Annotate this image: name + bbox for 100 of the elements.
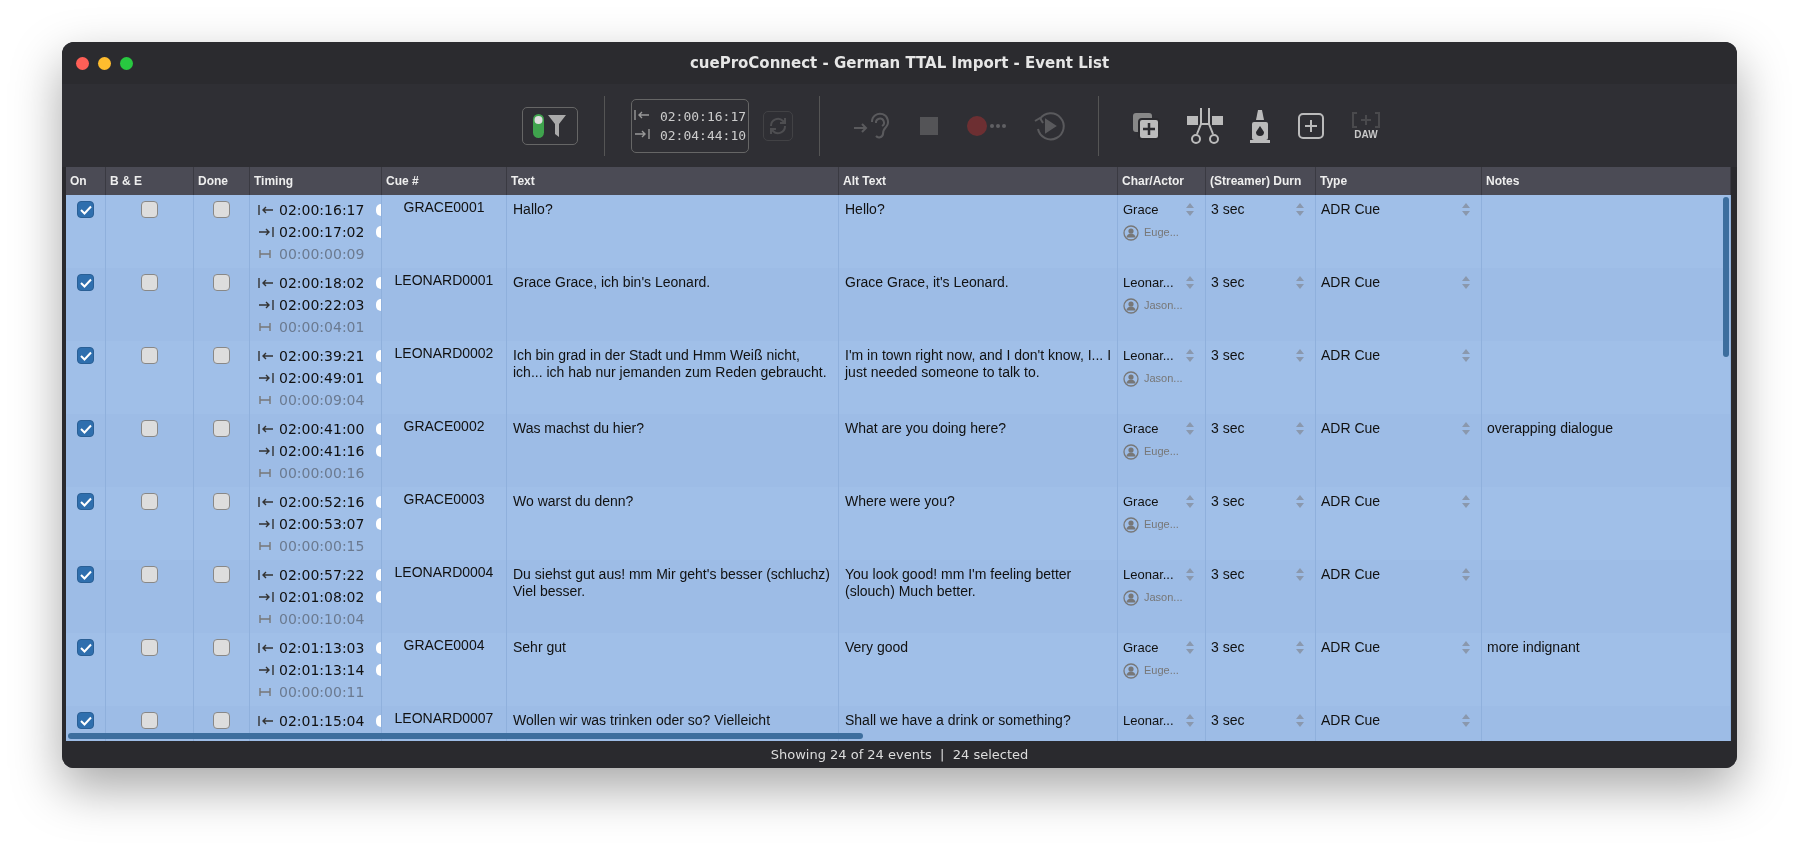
character-name[interactable]: Leonar...: [1123, 566, 1174, 583]
handle-icon[interactable]: [376, 350, 381, 362]
checkbox[interactable]: [213, 493, 230, 510]
stepper-icon[interactable]: [1462, 203, 1470, 216]
streamer-duration[interactable]: 3 sec: [1211, 347, 1245, 364]
out-timecode[interactable]: 02:00:17:02: [279, 223, 365, 241]
stepper-icon[interactable]: [1186, 349, 1194, 362]
zoom-button[interactable]: [120, 57, 133, 70]
dialogue-text[interactable]: Grace Grace, ich bin's Leonard.: [513, 274, 833, 291]
dialogue-text[interactable]: Hallo?: [513, 201, 833, 218]
vertical-scrollbar[interactable]: [1723, 197, 1729, 357]
checkbox[interactable]: [213, 347, 230, 364]
handle-icon[interactable]: [376, 299, 381, 311]
checkbox[interactable]: [77, 566, 94, 583]
in-timecode[interactable]: 02:00:18:02: [279, 274, 365, 292]
stepper-icon[interactable]: [1462, 422, 1470, 435]
stepper-icon[interactable]: [1186, 714, 1194, 727]
cue-type[interactable]: ADR Cue: [1321, 347, 1381, 364]
table-row[interactable]: 02:01:15:04 LEONARD0007 Wollen wir was trinken oder so? Vielleicht Shall we have a drink or something? Leonar... 3 sec ADR Cue: [66, 706, 1731, 741]
alt-text[interactable]: Grace Grace, it's Leonard.: [845, 274, 1112, 291]
stepper-icon[interactable]: [1186, 422, 1194, 435]
handle-icon[interactable]: [376, 445, 381, 457]
cue-type[interactable]: ADR Cue: [1321, 420, 1381, 437]
stepper-icon[interactable]: [1296, 714, 1304, 727]
alt-text[interactable]: Very good: [845, 639, 1112, 656]
dialogue-text[interactable]: Wo warst du denn?: [513, 493, 833, 510]
in-timecode[interactable]: 02:00:16:17: [279, 201, 365, 219]
cue-type[interactable]: ADR Cue: [1321, 274, 1381, 291]
checkbox[interactable]: [213, 712, 230, 729]
checkbox[interactable]: [77, 639, 94, 656]
horizontal-scrollbar[interactable]: [68, 733, 863, 739]
note-text[interactable]: more indignant: [1487, 639, 1580, 655]
checkbox[interactable]: [213, 201, 230, 218]
handle-icon[interactable]: [376, 569, 381, 581]
checkbox[interactable]: [77, 712, 94, 729]
alt-text[interactable]: Hello?: [845, 201, 1112, 218]
handle-icon[interactable]: [376, 372, 381, 384]
alt-text[interactable]: Shall we have a drink or something?: [845, 712, 1112, 729]
checkbox[interactable]: [77, 347, 94, 364]
character-name[interactable]: Leonar...: [1123, 274, 1174, 291]
checkbox[interactable]: [141, 347, 158, 364]
stepper-icon[interactable]: [1296, 568, 1304, 581]
stepper-icon[interactable]: [1462, 568, 1470, 581]
note-text[interactable]: overapping dialogue: [1487, 420, 1614, 436]
stepper-icon[interactable]: [1462, 641, 1470, 654]
in-timecode[interactable]: 02:00:52:16: [279, 493, 365, 511]
checkbox[interactable]: [141, 201, 158, 218]
streamer-duration[interactable]: 3 sec: [1211, 201, 1245, 218]
alt-text[interactable]: Where were you?: [845, 493, 1112, 510]
stepper-icon[interactable]: [1296, 203, 1304, 216]
in-timecode[interactable]: 02:01:15:04: [279, 712, 365, 730]
checkbox[interactable]: [77, 493, 94, 510]
dialogue-text[interactable]: Sehr gut: [513, 639, 833, 656]
cue-type[interactable]: ADR Cue: [1321, 566, 1381, 583]
stepper-icon[interactable]: [1186, 495, 1194, 508]
character-name[interactable]: Leonar...: [1123, 347, 1174, 364]
dialogue-text[interactable]: Du siehst gut aus! mm Mir geht's besser (schluchz) Viel besser.: [513, 566, 833, 600]
checkbox[interactable]: [77, 201, 94, 218]
out-timecode[interactable]: 02:00:49:01: [279, 369, 365, 387]
out-timecode[interactable]: 02:00:22:03: [279, 296, 365, 314]
table-row[interactable]: 02:00:16:17 02:00:17:02 00:00:00:09 GRACE0001 Hallo? Hello? Grace Euge... 3 sec ADR Cue: [66, 195, 1731, 268]
checkbox[interactable]: [141, 274, 158, 291]
checkbox[interactable]: [77, 274, 94, 291]
streamer-duration[interactable]: 3 sec: [1211, 712, 1245, 729]
streamer-duration[interactable]: 3 sec: [1211, 639, 1245, 656]
in-timecode[interactable]: 02:00:39:21: [279, 347, 365, 365]
stepper-icon[interactable]: [1186, 203, 1194, 216]
handle-icon[interactable]: [376, 518, 381, 530]
alt-text[interactable]: You look good! mm I'm feeling better (slouch) Much better.: [845, 566, 1112, 600]
stepper-icon[interactable]: [1296, 641, 1304, 654]
cue-type[interactable]: ADR Cue: [1321, 639, 1381, 656]
checkbox[interactable]: [141, 566, 158, 583]
dialogue-text[interactable]: Ich bin grad in der Stadt und Hmm Weiß nicht, ich... ich hab nur jemanden zum Reden gebraucht.: [513, 347, 833, 381]
in-timecode[interactable]: 02:00:57:22: [279, 566, 365, 584]
handle-icon[interactable]: [376, 226, 381, 238]
alt-text[interactable]: I'm in town right now, and I don't know, I... I just needed someone to talk to.: [845, 347, 1112, 381]
dialogue-text[interactable]: Wollen wir was trinken oder so? Vielleicht: [513, 712, 833, 729]
table-row[interactable]: 02:01:13:03 02:01:13:14 00:00:00:11 GRACE0004 Sehr gut Very good Grace Euge... 3 sec ADR Cue more indignant: [66, 633, 1731, 706]
checkbox[interactable]: [141, 420, 158, 437]
cue-type[interactable]: ADR Cue: [1321, 712, 1381, 729]
handle-icon[interactable]: [376, 591, 381, 603]
stepper-icon[interactable]: [1296, 349, 1304, 362]
handle-icon[interactable]: [376, 277, 381, 289]
checkbox[interactable]: [213, 420, 230, 437]
table-row[interactable]: 02:00:52:16 02:00:53:07 00:00:00:15 GRACE0003 Wo warst du denn? Where were you? Grace Euge... 3 sec ADR Cue: [66, 487, 1731, 560]
filter-toggle-button[interactable]: [522, 106, 578, 145]
in-timecode[interactable]: 02:00:41:00: [279, 420, 365, 438]
dialogue-text[interactable]: Was machst du hier?: [513, 420, 833, 437]
character-name[interactable]: Grace: [1123, 639, 1159, 656]
checkbox[interactable]: [141, 639, 158, 656]
streamer-duration[interactable]: 3 sec: [1211, 566, 1245, 583]
stepper-icon[interactable]: [1186, 641, 1194, 654]
checkbox[interactable]: [213, 639, 230, 656]
character-name[interactable]: Leonar...: [1123, 712, 1174, 729]
handle-icon[interactable]: [376, 204, 381, 216]
stepper-icon[interactable]: [1462, 714, 1470, 727]
out-timecode[interactable]: 02:01:08:02: [279, 588, 365, 606]
stepper-icon[interactable]: [1462, 349, 1470, 362]
out-timecode[interactable]: 02:00:41:16: [279, 442, 365, 460]
cue-type[interactable]: ADR Cue: [1321, 493, 1381, 510]
